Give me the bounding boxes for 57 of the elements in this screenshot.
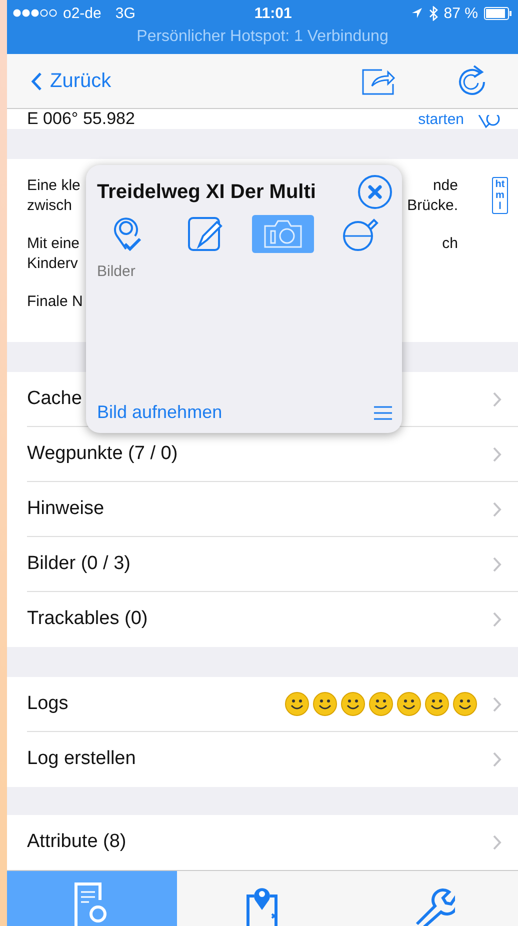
html-badge[interactable]: html bbox=[492, 177, 508, 214]
back-chevron-icon bbox=[31, 72, 42, 91]
smiley-icon bbox=[369, 692, 393, 716]
battery-icon bbox=[484, 6, 512, 20]
smiley-icon bbox=[313, 692, 337, 716]
close-button[interactable] bbox=[358, 175, 392, 209]
smiley-icon bbox=[453, 692, 477, 716]
smiley-icon bbox=[341, 692, 365, 716]
chevron-icon bbox=[493, 392, 502, 407]
coordinates-text: E 006° 55.982 bbox=[27, 109, 135, 130]
carrier-text: o2-de bbox=[63, 4, 102, 22]
chevron-icon bbox=[493, 612, 502, 627]
description-text: zwisch bbox=[27, 196, 72, 216]
description-text: Mit eine bbox=[27, 234, 80, 254]
pin-check-icon bbox=[113, 216, 143, 252]
list-row[interactable]: Trackables (0) bbox=[7, 592, 518, 647]
flask-formula-icon bbox=[342, 216, 380, 252]
network-text: 3G bbox=[115, 4, 136, 22]
smiley-icon bbox=[425, 692, 449, 716]
chevron-icon bbox=[493, 696, 502, 712]
description-text: nde bbox=[432, 176, 458, 196]
notepad-pencil-icon bbox=[186, 216, 225, 252]
take-photo-link[interactable]: Bild aufnehmen bbox=[97, 402, 222, 423]
caption-text: Bilder bbox=[97, 263, 136, 280]
back-button[interactable]: Zurück bbox=[31, 70, 112, 93]
bluetooth-icon bbox=[428, 6, 438, 20]
menu-icon[interactable] bbox=[374, 406, 392, 420]
tab-button[interactable] bbox=[7, 870, 178, 926]
start-link[interactable]: starten bbox=[418, 111, 464, 130]
chevron-icon bbox=[493, 556, 502, 572]
description-text: Kinderv bbox=[27, 254, 78, 274]
signal-icon bbox=[13, 9, 57, 17]
location-icon bbox=[410, 7, 423, 19]
list-row[interactable]: Hinweise bbox=[7, 482, 518, 537]
popup-tab-button[interactable] bbox=[252, 215, 314, 253]
smiley-icon bbox=[397, 692, 421, 716]
chevron-icon bbox=[493, 834, 502, 850]
chevron-icon bbox=[493, 446, 502, 462]
close-icon bbox=[367, 184, 383, 200]
list-row[interactable]: Attribute (8) bbox=[7, 814, 518, 870]
description-text: ch bbox=[442, 234, 458, 254]
battery-percent: 87 % bbox=[444, 4, 478, 22]
list-row[interactable]: Log erstellen bbox=[7, 732, 518, 787]
popup-title: Treidelweg XI Der Multi bbox=[97, 180, 316, 204]
description-text: Brücke. bbox=[407, 196, 458, 216]
list-row[interactable]: Bilder (0 / 3) bbox=[7, 536, 518, 592]
smiley-icon bbox=[285, 692, 309, 716]
chevron-icon bbox=[493, 502, 502, 517]
hotspot-text: Persönlicher Hotspot: 1 Verbindung bbox=[136, 28, 388, 46]
camera-icon bbox=[263, 219, 304, 249]
navigate-icon[interactable] bbox=[478, 115, 500, 130]
list-row[interactable]: Wegpunkte (7 / 0) bbox=[7, 426, 518, 482]
list-row[interactable]: Logs bbox=[7, 676, 518, 732]
time-text: 11:01 bbox=[254, 4, 292, 22]
description-text: Finale N bbox=[27, 292, 83, 312]
chevron-icon bbox=[493, 752, 502, 767]
description-text: Eine kle bbox=[27, 176, 80, 196]
